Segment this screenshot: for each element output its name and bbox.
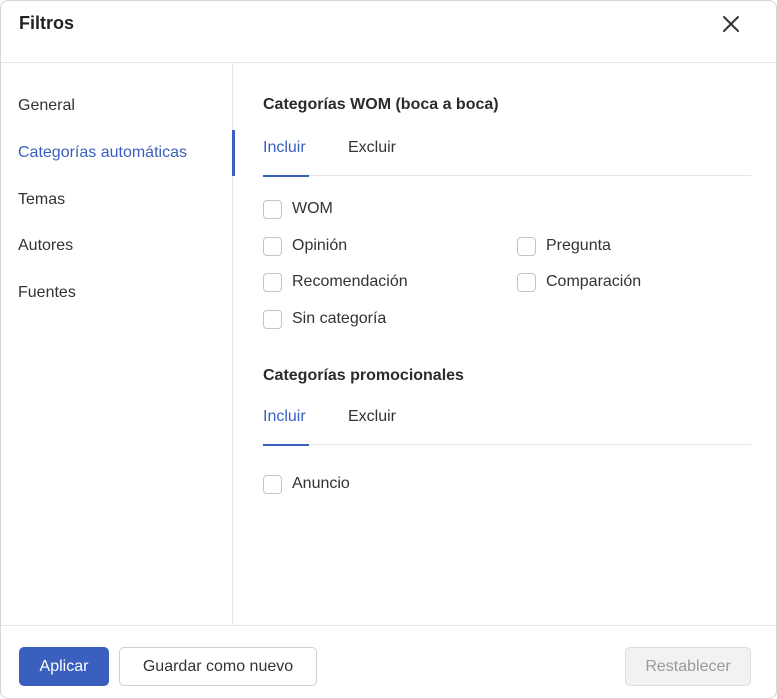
tab-promo-incluir[interactable]: Incluir (263, 399, 309, 446)
tab-wom-excluir[interactable]: Excluir (348, 130, 396, 176)
checkbox-opinion[interactable]: Opinión (263, 235, 347, 257)
checkbox-comparacion[interactable]: Comparación (517, 271, 641, 293)
checkbox-box[interactable] (517, 236, 536, 256)
sidebar-item-temas[interactable]: Temas (1, 177, 233, 223)
sidebar-item-fuentes[interactable]: Fuentes (1, 270, 233, 316)
checkbox-label: Comparación (546, 273, 642, 290)
wom-section-title: Categorías WOM (boca a boca) (263, 96, 499, 113)
checkbox-box[interactable] (263, 272, 282, 292)
dialog-title: Filtros (19, 13, 75, 33)
checkbox-recomendacion[interactable]: Recomendación (263, 271, 408, 293)
promo-tabs: Incluir Excluir (263, 399, 751, 446)
checkbox-box[interactable] (263, 474, 282, 494)
checkbox-label: WOM (292, 200, 333, 217)
sidebar-item-general[interactable]: General (1, 83, 233, 129)
checkbox-anuncio[interactable]: Anuncio (263, 473, 350, 495)
reset-button: Restablecer (625, 647, 751, 686)
checkbox-box[interactable] (263, 199, 282, 219)
dialog-header: Filtros (1, 1, 776, 63)
checkbox-box[interactable] (263, 309, 282, 329)
filters-dialog: Filtros General Categorías automáticas T… (0, 0, 777, 699)
save-as-new-button[interactable]: Guardar como nuevo (119, 647, 317, 686)
checkbox-label: Sin categoría (292, 310, 387, 327)
wom-tabs: Incluir Excluir (263, 130, 751, 177)
checkbox-box[interactable] (263, 236, 282, 256)
checkbox-sin-categoria[interactable]: Sin categoría (263, 308, 386, 330)
close-icon (723, 16, 739, 32)
checkbox-label: Opinión (292, 237, 348, 254)
close-button[interactable] (717, 10, 745, 38)
checkbox-label: Pregunta (546, 237, 611, 254)
apply-button[interactable]: Aplicar (19, 647, 109, 686)
dialog-footer: Aplicar Guardar como nuevo Restablecer (1, 625, 776, 698)
tab-promo-excluir[interactable]: Excluir (348, 399, 396, 445)
checkbox-pregunta[interactable]: Pregunta (517, 235, 611, 257)
tab-wom-incluir[interactable]: Incluir (263, 130, 309, 177)
sidebar-item-autores[interactable]: Autores (1, 223, 233, 269)
promo-section-title: Categorías promocionales (263, 367, 464, 384)
sidebar-nav: General Categorías automáticas Temas Aut… (1, 63, 235, 625)
checkbox-box[interactable] (517, 272, 536, 292)
sidebar-item-categorias-automaticas[interactable]: Categorías automáticas (1, 130, 235, 176)
checkbox-label: Recomendación (292, 273, 408, 290)
checkbox-wom[interactable]: WOM (263, 198, 333, 220)
checkbox-label: Anuncio (292, 475, 350, 492)
